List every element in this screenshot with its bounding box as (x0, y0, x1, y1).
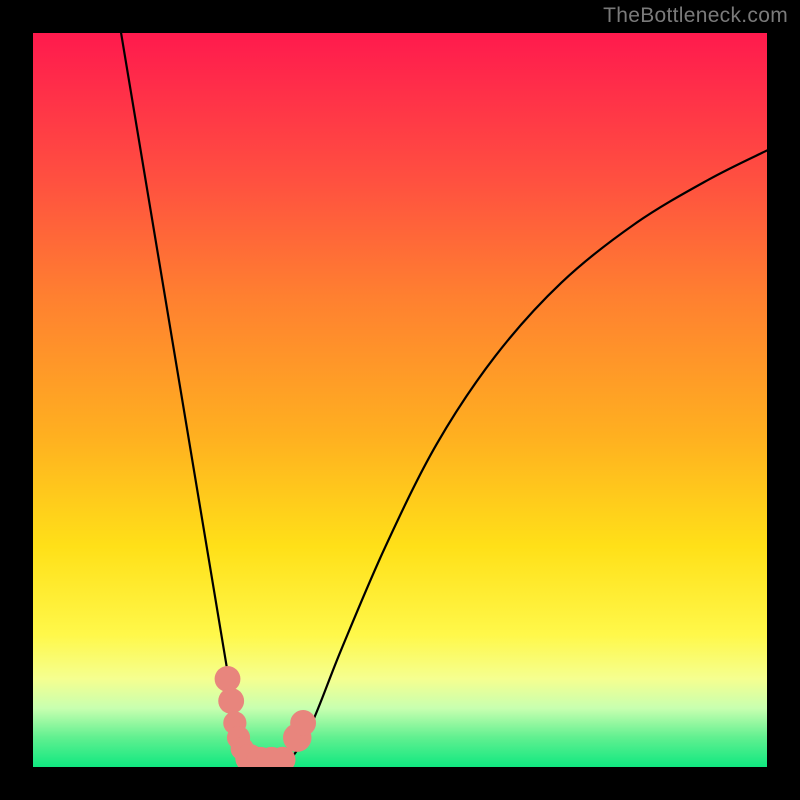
bottleneck-curve-plot (33, 33, 767, 767)
data-point (218, 688, 244, 714)
chart-frame: TheBottleneck.com (0, 0, 800, 800)
data-point (290, 710, 316, 736)
watermark-text: TheBottleneck.com (603, 4, 788, 28)
bottleneck-curve (121, 33, 767, 764)
data-point (215, 666, 241, 692)
